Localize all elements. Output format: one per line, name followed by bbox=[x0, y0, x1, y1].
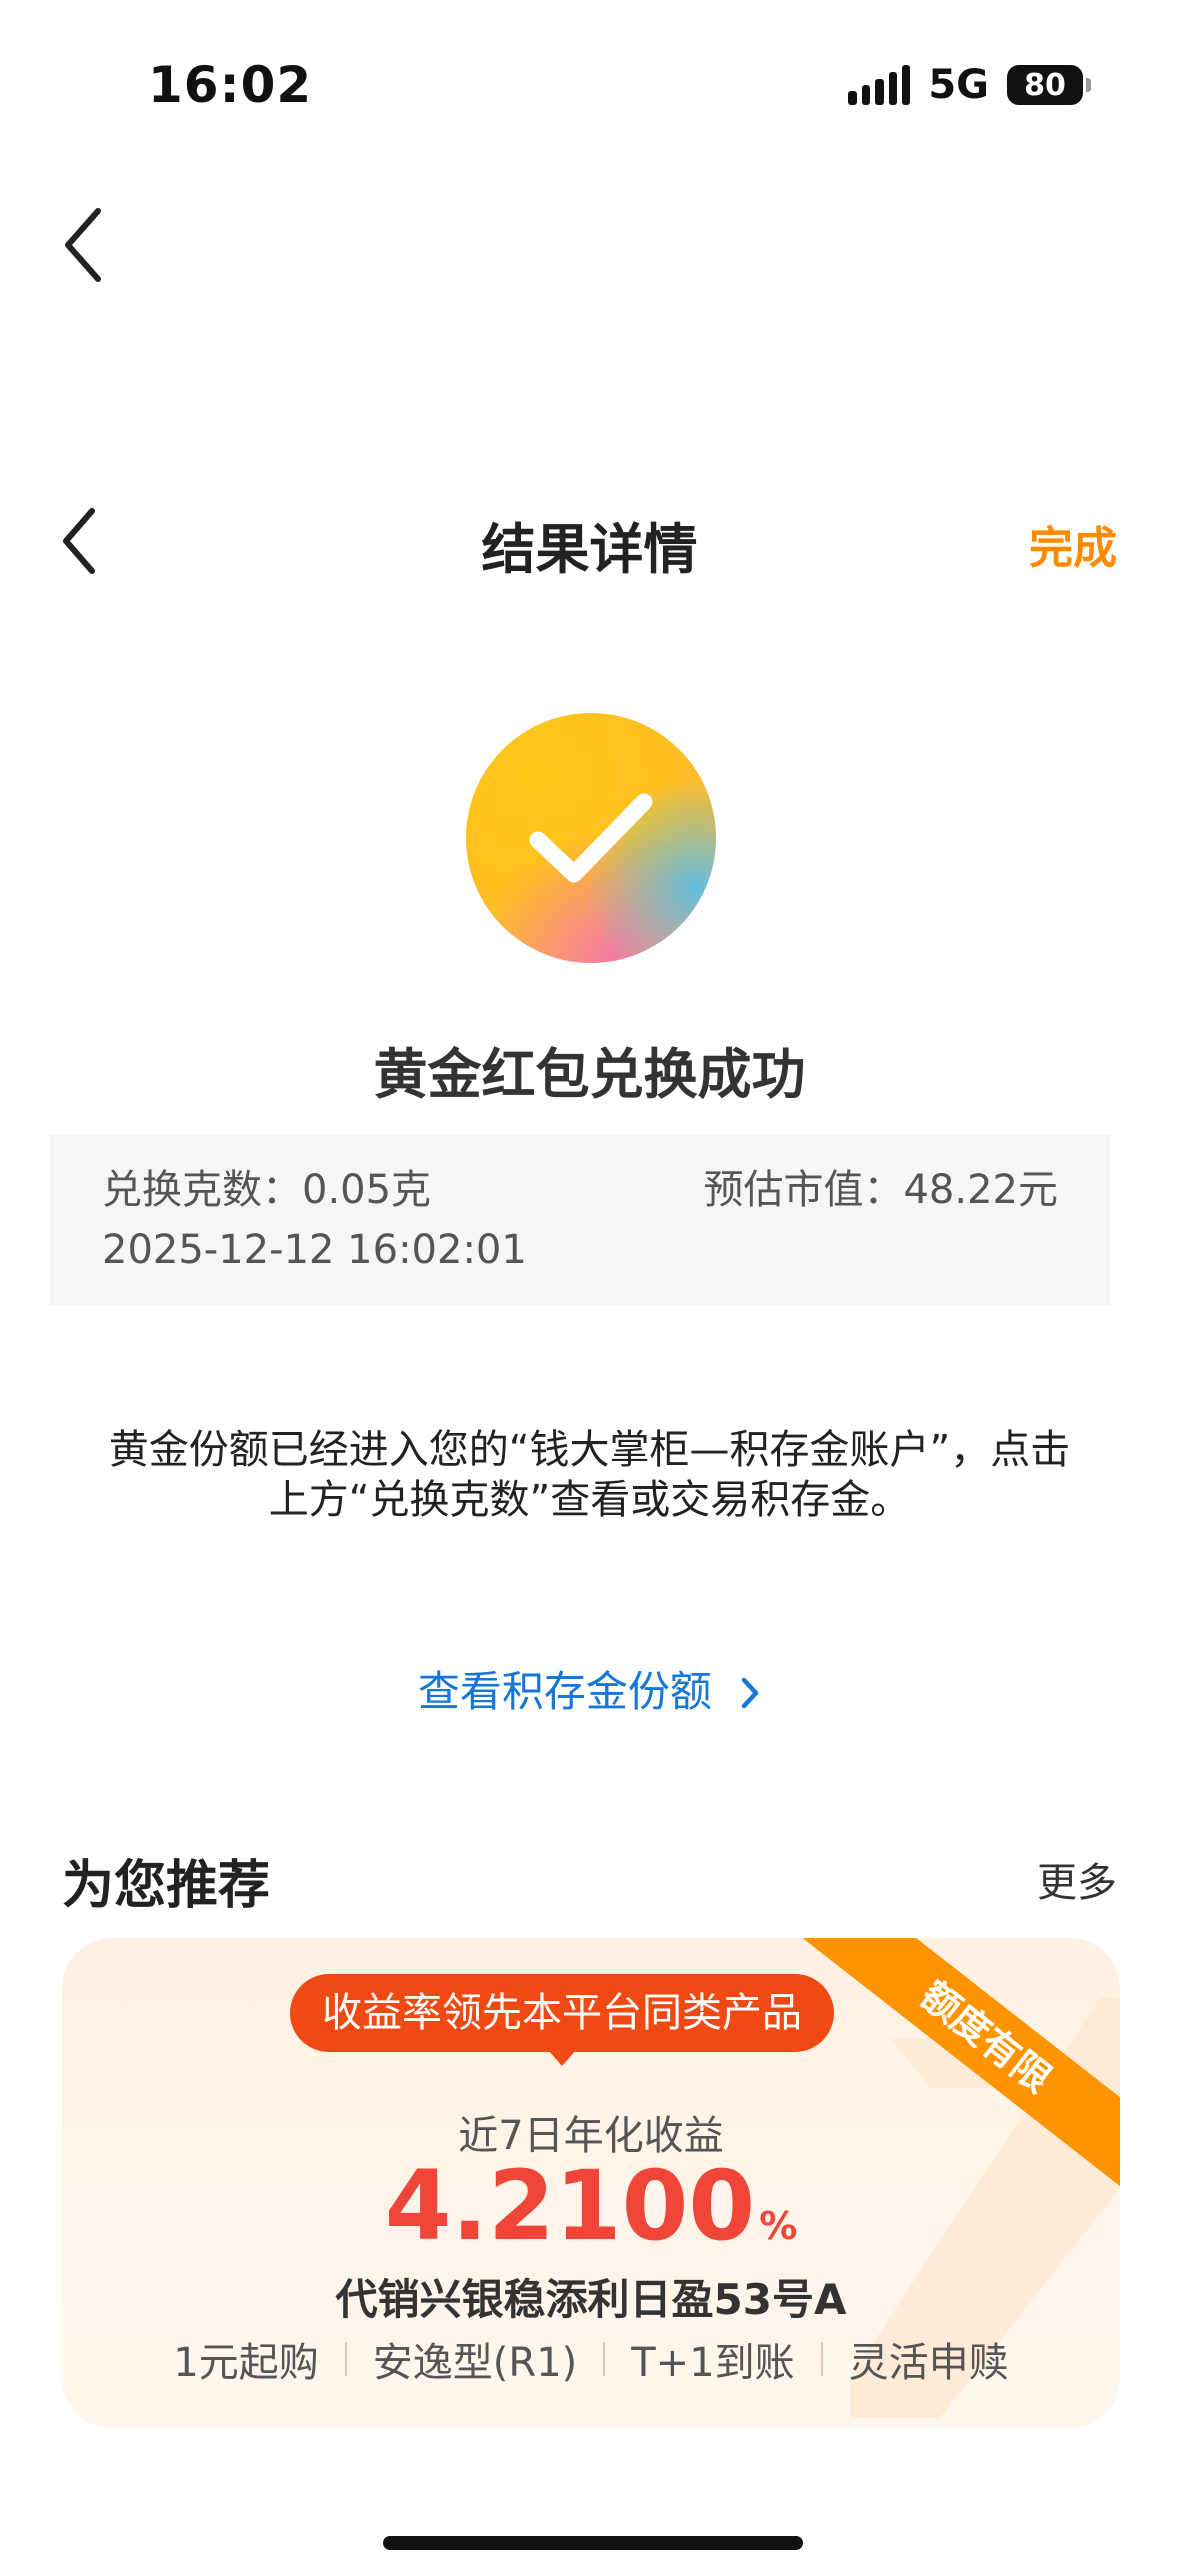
highlight-pill: 收益率领先本平台同类产品 bbox=[290, 1974, 834, 2066]
description-text: 黄金份额已经进入您的“钱大掌柜—积存金账户”，点击 上方“兑换克数”查看或交易积… bbox=[40, 1425, 1139, 1525]
view-gold-share-link[interactable]: 查看积存金份额 bbox=[0, 1658, 1179, 1719]
yield-number: 4.2100 bbox=[384, 2150, 756, 2262]
exchange-grams[interactable]: 兑换克数：0.05克 bbox=[102, 1157, 431, 1215]
view-gold-share-label: 查看积存金份额 bbox=[417, 1667, 712, 1716]
exchange-info-box: 兑换克数：0.05克 预估市值：48.22元 2025-12-12 16:02:… bbox=[50, 1135, 1110, 1305]
exchange-time: 2025-12-12 16:02:01 bbox=[102, 1227, 527, 1273]
feature-item: T+1到账 bbox=[631, 2340, 795, 2386]
page-title: 结果详情 bbox=[481, 518, 698, 581]
description-line-2: 上方“兑换克数”查看或交易积存金。 bbox=[268, 1477, 911, 1523]
more-button[interactable]: 更多 bbox=[1037, 1850, 1117, 1908]
success-check-icon bbox=[466, 713, 716, 963]
yield-value: 4.2100% bbox=[62, 2150, 1120, 2262]
yield-unit: % bbox=[759, 2204, 798, 2248]
product-name: 代销兴银稳添利日盈53号A bbox=[335, 2275, 847, 2324]
feature-divider bbox=[820, 2342, 823, 2376]
battery-level: 80 bbox=[1024, 67, 1066, 103]
description-line-1: 黄金份额已经进入您的“钱大掌柜—积存金账户”，点击 bbox=[108, 1427, 1071, 1473]
network-type: 5G bbox=[928, 62, 989, 108]
feature-item: 1元起购 bbox=[173, 2340, 319, 2386]
estimated-market-value: 预估市值：48.22元 bbox=[703, 1167, 1058, 1213]
status-icons: 5G 80 bbox=[848, 62, 1091, 108]
product-card[interactable]: 额度有限 收益率领先本平台同类产品 近7日年化收益 4.2100% 代销兴银稳添… bbox=[62, 1938, 1120, 2428]
recommend-title: 为您推荐 bbox=[62, 1856, 271, 1916]
feature-divider bbox=[344, 2342, 347, 2376]
feature-divider bbox=[603, 2342, 606, 2376]
result-title: 黄金红包兑换成功 bbox=[373, 1043, 806, 1106]
status-time: 16:02 bbox=[148, 56, 313, 114]
feature-item: 灵活申赎 bbox=[848, 2340, 1009, 2386]
feature-item: 安逸型(R1) bbox=[372, 2340, 578, 2386]
chevron-right-icon bbox=[741, 1677, 759, 1709]
result-page: 16:02 5G 80 结果详情 完成 黄金红包兑换成功 兑换克数：0.05克 … bbox=[0, 0, 1179, 2556]
home-indicator[interactable] bbox=[383, 2536, 803, 2550]
done-button[interactable]: 完成 bbox=[1029, 512, 1117, 576]
signal-icon bbox=[848, 65, 911, 105]
battery-icon: 80 bbox=[1007, 65, 1091, 105]
back-icon[interactable] bbox=[60, 205, 110, 285]
product-features: 1元起购 安逸型(R1) T+1到账 灵活申赎 bbox=[62, 2330, 1120, 2388]
checkmark-icon bbox=[529, 793, 653, 883]
